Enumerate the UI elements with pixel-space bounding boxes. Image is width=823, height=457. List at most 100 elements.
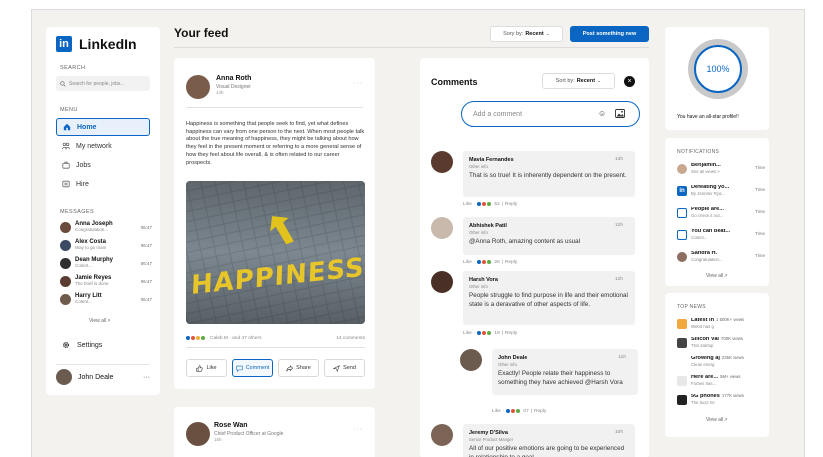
post-time: 14h xyxy=(216,90,224,95)
sort-label: Sory by: xyxy=(503,31,524,37)
comment-time: 11h xyxy=(618,355,626,360)
avatar[interactable] xyxy=(431,151,453,173)
avatar[interactable] xyxy=(431,217,453,239)
sidebar-item-hire[interactable]: Hire xyxy=(56,175,150,193)
feed-sort-dropdown[interactable]: Sory by: Recent ⌄ xyxy=(490,26,563,42)
message-preview: Cotent... xyxy=(75,299,93,305)
forbes-logo-icon xyxy=(677,376,687,386)
more-icon[interactable]: ··· xyxy=(353,426,363,433)
comment-reply-button[interactable]: Reply xyxy=(534,409,546,414)
comment-bubble: Mavia Fernandes Other info 13h That is s… xyxy=(463,151,635,197)
news-sub: Forbes has... xyxy=(691,381,717,386)
avatar[interactable] xyxy=(186,422,210,446)
linkedin-logo-icon: in xyxy=(56,36,72,52)
share-button[interactable]: Share xyxy=(278,359,319,377)
comment-like-button[interactable]: Like xyxy=(463,260,472,265)
message-preview: Cotent... xyxy=(75,263,93,269)
feed-post: Anna Roth Visual Designer 14h ··· Happin… xyxy=(174,58,375,389)
comment-author-title: Other info xyxy=(469,284,488,289)
share-label: Share xyxy=(296,365,311,371)
message-item[interactable]: Harry Litt Cotent... 06:47 xyxy=(60,291,152,307)
comment-reply-button[interactable]: Reply xyxy=(505,331,517,336)
message-item[interactable]: Jamie Reyes The brief is done 06:47 xyxy=(60,273,152,289)
send-button[interactable]: Send xyxy=(324,359,365,377)
top-news-card: TOP NEWS Latest in 1 500K+ views Web3 has … xyxy=(665,293,769,437)
news-item[interactable]: Silicon Val 700K views This startup xyxy=(677,337,767,354)
news-item[interactable]: Here are... 5M+ views Forbes has... xyxy=(677,375,767,392)
comment-bubble: Harsh Vora Other info 12h People struggl… xyxy=(463,271,635,325)
like-button[interactable]: Like xyxy=(186,359,227,377)
comment-input-placeholder: Add a comment xyxy=(473,110,523,118)
notification-time: Time xyxy=(755,165,765,170)
sidebar-item-home[interactable]: Home xyxy=(56,118,150,136)
profile-caption: You have an all-star profile!! xyxy=(677,114,739,120)
comment-like-button[interactable]: Like xyxy=(492,409,501,414)
post-author[interactable]: Anna Roth xyxy=(216,75,251,82)
news-item[interactable]: Latest in 1 500K+ views Web3 has g xyxy=(677,318,767,335)
message-item[interactable]: Alex Costa Way to go man! 06:47 xyxy=(60,237,152,253)
sidebar-item-my-network[interactable]: My network xyxy=(56,137,150,155)
comment-text: @Anna Roth, amazing content as usual xyxy=(469,238,581,245)
comment-author[interactable]: Abhishek Patil xyxy=(469,223,630,229)
news-thumbnail-icon xyxy=(677,357,687,367)
reaction-icons xyxy=(185,335,206,341)
post-something-new-button[interactable]: Post something new xyxy=(570,26,649,42)
comment-author[interactable]: Mavia Fernandes xyxy=(469,157,630,163)
comment-author[interactable]: Harsh Vora xyxy=(469,277,630,283)
notification-item[interactable]: Sandra H. Congratulation... Time xyxy=(677,251,765,269)
comment-author[interactable]: John Deale xyxy=(498,355,633,361)
search-input[interactable]: Search for people, jobs... xyxy=(56,76,150,91)
logo[interactable]: in LinkedIn xyxy=(56,36,137,52)
profile-strength-card[interactable]: 100% You have an all-star profile!! xyxy=(665,27,769,130)
image-icon[interactable] xyxy=(615,109,625,120)
message-preview: The brief is done xyxy=(75,281,109,287)
notifications-label: NOTIFICATIONS xyxy=(677,149,720,155)
more-icon[interactable]: ··· xyxy=(353,80,363,87)
messages-view-all-link[interactable]: View all > xyxy=(89,318,110,324)
comment-like-button[interactable]: Like xyxy=(463,331,472,336)
post-image[interactable]: HAPPINESS xyxy=(186,181,365,324)
message-item[interactable]: Anna Joseph Congratulation... 06:47 xyxy=(60,219,152,235)
network-icon xyxy=(62,142,70,150)
avatar[interactable] xyxy=(431,271,453,293)
news-item[interactable]: Growing aj 235K views Clean energ xyxy=(677,356,767,373)
news-views: 1 500K+ views xyxy=(716,318,745,322)
comment-reply-button[interactable]: Reply xyxy=(505,202,517,207)
avatar[interactable] xyxy=(460,349,482,371)
more-icon[interactable]: ··· xyxy=(143,374,150,381)
comment-button[interactable]: Comment xyxy=(232,359,273,377)
notifications-view-all-link[interactable]: View all > xyxy=(706,273,727,279)
avatar[interactable] xyxy=(186,75,210,99)
close-icon[interactable]: × xyxy=(624,76,635,87)
notification-item[interactable]: in Defeating yo... By Jennifer Rya... Tim… xyxy=(677,185,765,203)
comments-count[interactable]: 14 comments xyxy=(336,336,365,341)
settings-button[interactable]: Settings xyxy=(62,341,102,349)
notification-item[interactable]: Benjamin... See all views > Time xyxy=(677,163,765,181)
post-reactions[interactable]: Caleb M - and 47 others 14 comments xyxy=(185,335,365,341)
comment-label: Comment xyxy=(245,365,270,371)
notification-item[interactable]: People are... Go check it out... Time xyxy=(677,207,765,225)
notification-time: Time xyxy=(755,253,765,258)
comment-author[interactable]: Jeremy D'Silva xyxy=(469,430,630,436)
notification-title: People are... xyxy=(691,207,724,212)
news-views: 235K views xyxy=(721,356,744,360)
post-author[interactable]: Rose Wan xyxy=(214,422,248,429)
news-item[interactable]: 5G phones 177K views The buzz for xyxy=(677,394,767,411)
sidebar-item-label: My network xyxy=(76,142,112,150)
comment-reply-button[interactable]: Reply xyxy=(505,260,517,265)
current-user[interactable]: John Deale ··· xyxy=(56,364,150,386)
sort-value: Recent xyxy=(576,78,596,84)
news-thumbnail-icon xyxy=(677,338,687,348)
comments-sort-dropdown[interactable]: Sort by: Recent ⌄ xyxy=(542,73,615,89)
emoji-icon[interactable]: ☺ xyxy=(598,109,606,118)
comment-like-button[interactable]: Like xyxy=(463,202,472,207)
sidebar-item-jobs[interactable]: Jobs xyxy=(56,156,150,174)
message-item[interactable]: Dean Murphy Cotent... 06:47 xyxy=(60,255,152,271)
top-news-label: TOP NEWS xyxy=(677,304,706,310)
comment-like-count: 18 xyxy=(494,330,500,336)
avatar[interactable] xyxy=(431,424,453,446)
news-view-all-link[interactable]: View all > xyxy=(706,417,727,423)
notification-item[interactable]: You can beat... Cotent... Time xyxy=(677,229,765,247)
comment-input[interactable]: Add a comment ☺ xyxy=(461,101,640,127)
comment-like-count: 26 xyxy=(494,259,500,265)
